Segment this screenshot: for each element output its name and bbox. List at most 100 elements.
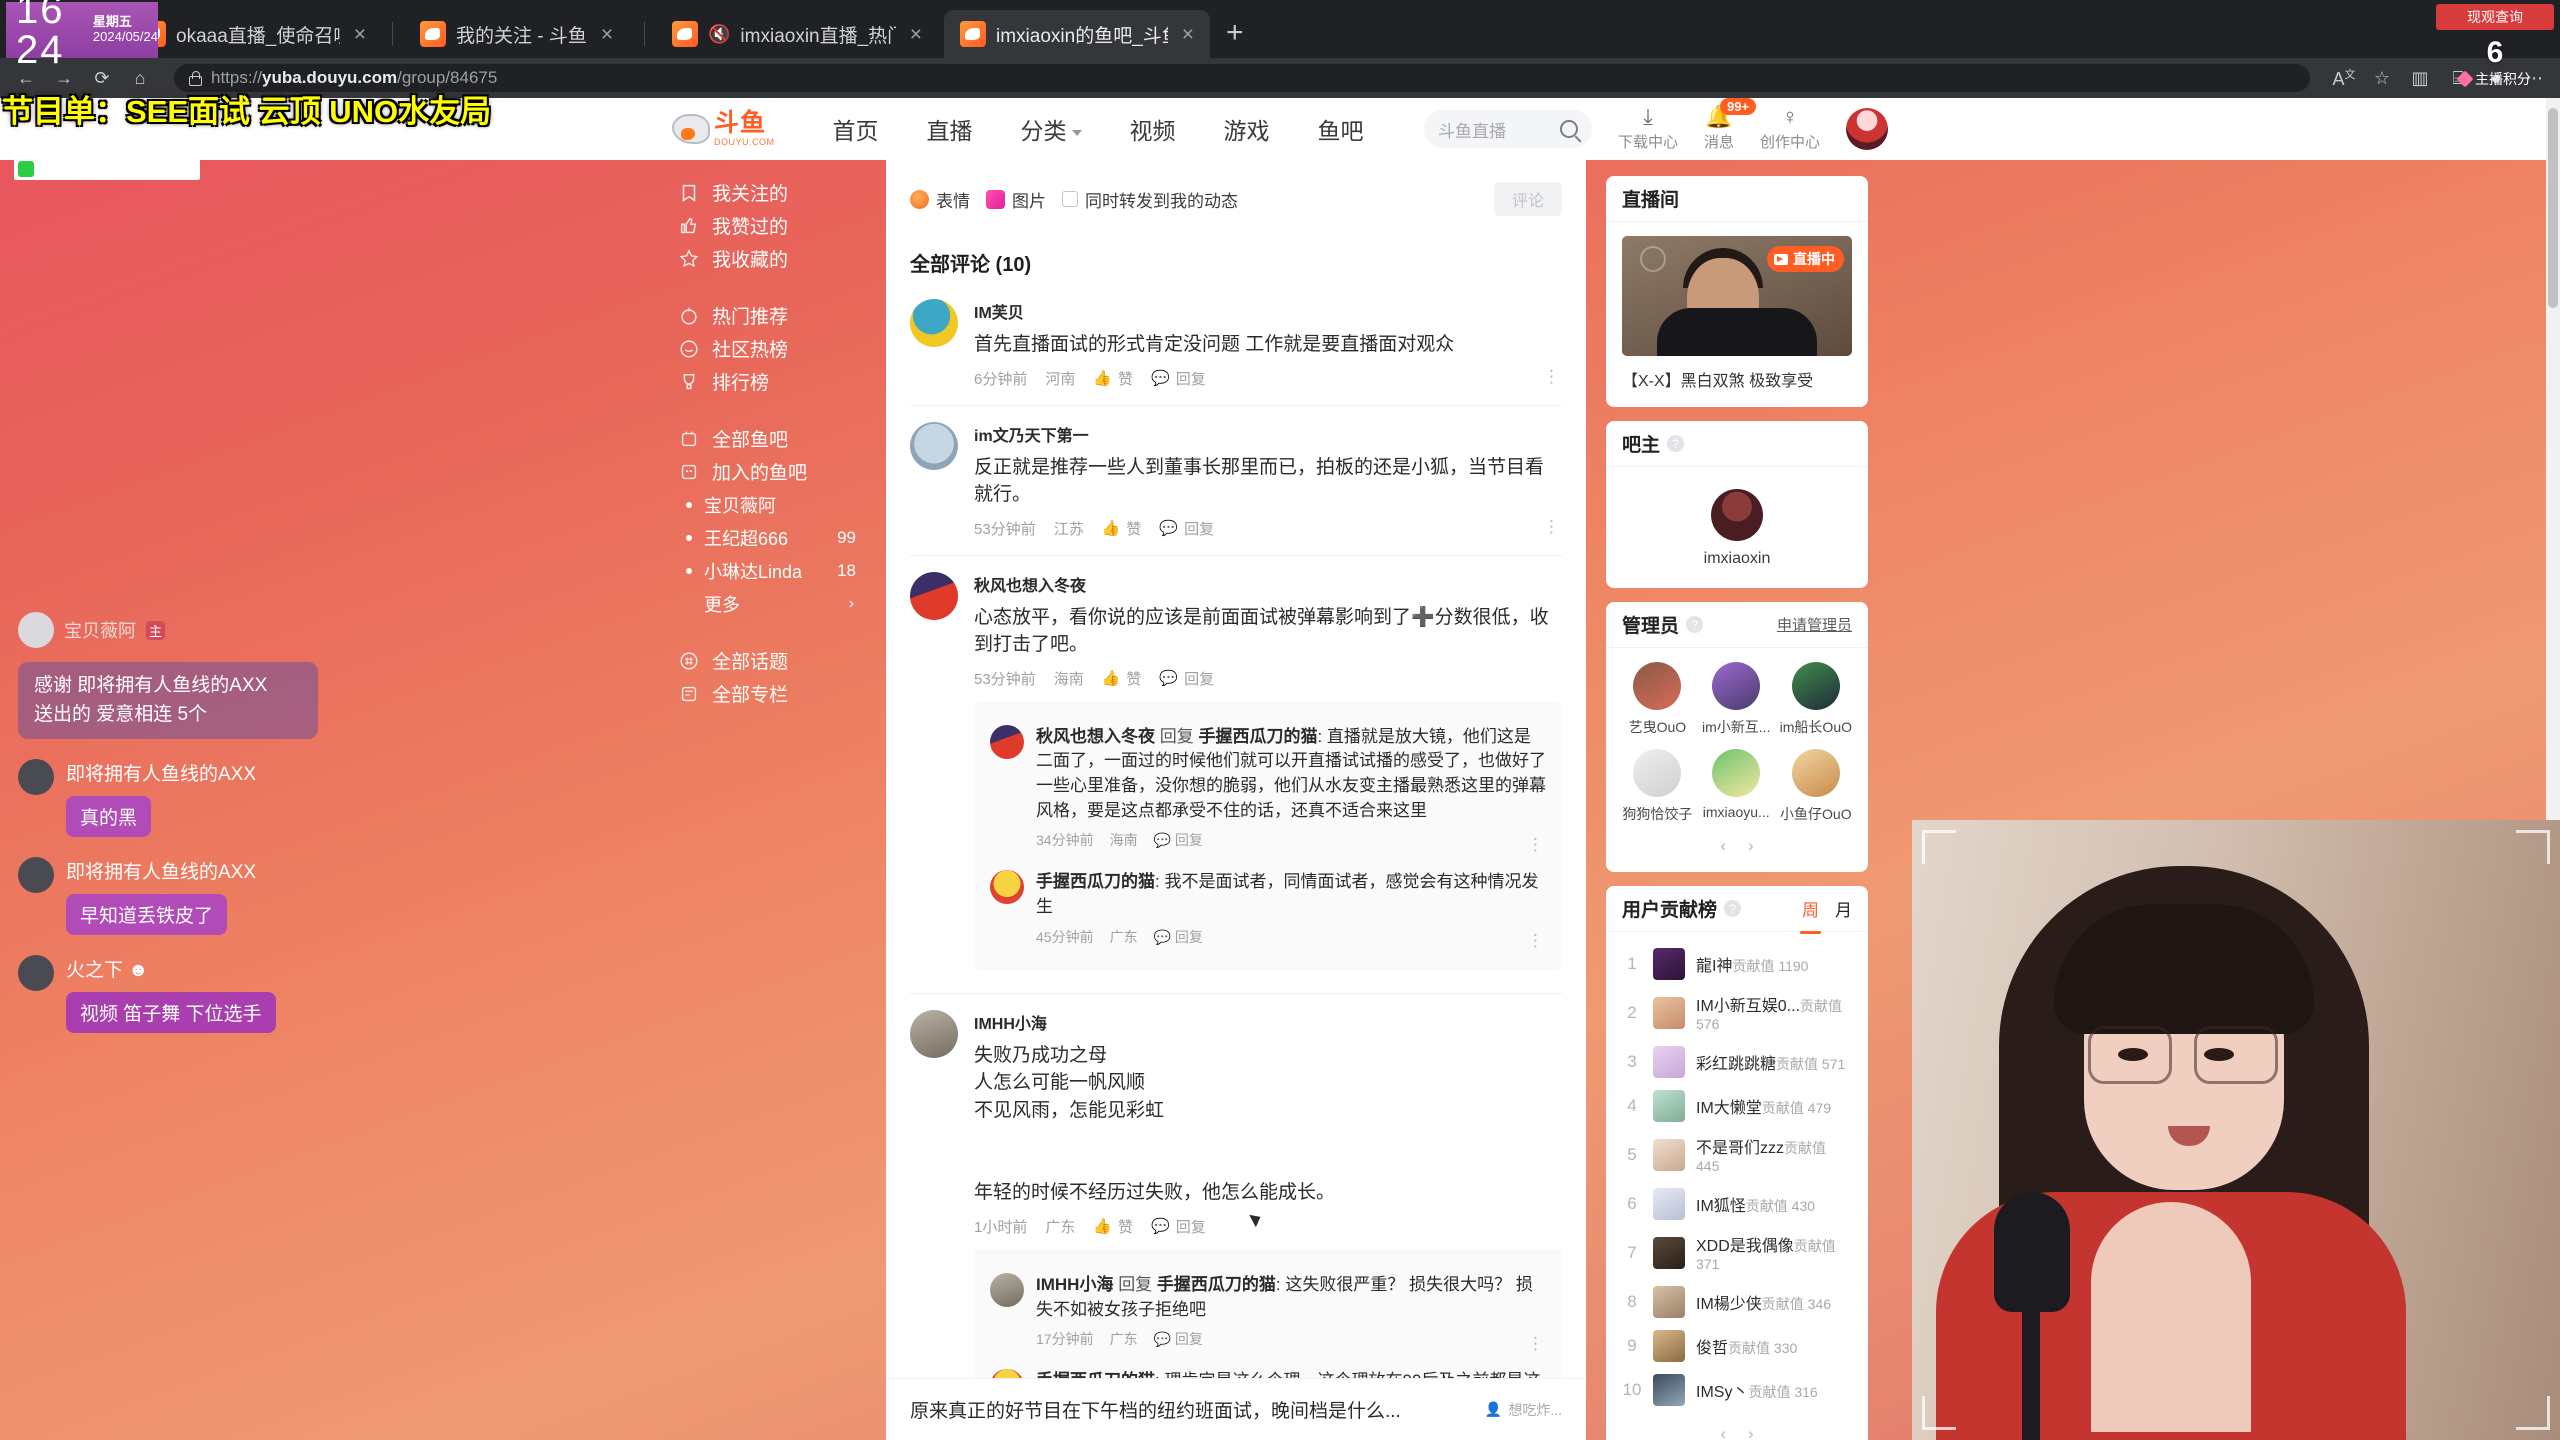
rank-row[interactable]: 8 IM楊少侠贡献值 346	[1622, 1280, 1852, 1324]
address-bar[interactable]: https://yuba.douyu.com/group/84675	[174, 64, 2310, 92]
sidebar-item-ranking[interactable]: 排行榜	[672, 365, 862, 398]
favorite-icon[interactable]: ☆	[2370, 68, 2394, 89]
mute-icon[interactable]: 🔇	[708, 24, 730, 45]
like-button[interactable]: 👍 赞	[1093, 368, 1133, 389]
translate-icon[interactable]: A文	[2332, 66, 2356, 90]
reply-button[interactable]: 💬 回复	[1151, 368, 1206, 389]
browser-tab-4-active[interactable]: imxiaoxin的鱼吧_斗鱼鱼吧 ×	[944, 10, 1210, 58]
rank-row[interactable]: 10 IMSy丶贡献值 316	[1622, 1368, 1852, 1412]
close-icon[interactable]: ×	[1178, 24, 1198, 45]
sidebar-joined-item-2[interactable]: 小琳达Linda 18	[672, 554, 862, 587]
like-button[interactable]: 👍 赞	[1102, 668, 1142, 689]
browser-tab-2[interactable]: 我的关注 - 斗鱼 ×	[404, 10, 634, 58]
close-icon[interactable]: ×	[597, 24, 617, 45]
reply-button[interactable]: 💬 回复	[1154, 830, 1203, 850]
messages-button[interactable]: 🔔 99+ 消息	[1704, 98, 1757, 152]
like-button[interactable]: 👍 赞	[1102, 518, 1142, 539]
live-room-name[interactable]: 【X-X】黑白双煞 极致享受	[1622, 367, 1852, 391]
comment-author[interactable]: IMHH小海	[974, 1010, 1562, 1034]
sidebar-item-liked[interactable]: 我赞过的	[672, 209, 862, 242]
more-options-icon[interactable]: ⋮	[1543, 518, 1560, 535]
next-page-icon[interactable]: ›	[1748, 1424, 1754, 1440]
nav-item-home[interactable]: 首页	[833, 112, 879, 146]
emoji-button[interactable]: 表情	[910, 187, 970, 212]
new-tab-button[interactable]: +	[1226, 18, 1244, 48]
more-options-icon[interactable]: ⋮	[1543, 368, 1560, 385]
admin-item[interactable]: 艺曳OuO	[1622, 662, 1693, 737]
rank-row[interactable]: 2 IM小新互娱0...贡献值 576	[1622, 986, 1852, 1040]
rank-row[interactable]: 1 龍I神贡献值 1190	[1622, 942, 1852, 986]
help-icon[interactable]: ?	[1686, 616, 1704, 633]
comment-author[interactable]: im文乃天下第一	[974, 422, 1562, 446]
prev-page-icon[interactable]: ‹	[1720, 836, 1726, 856]
reply-button[interactable]: 💬 回复	[1151, 1216, 1206, 1237]
sidebar-item-joined-bars[interactable]: 加入的鱼吧	[672, 455, 862, 488]
nav-item-category[interactable]: 分类	[1021, 112, 1082, 146]
split-screen-icon[interactable]: ▥	[2408, 68, 2432, 89]
check-status-button[interactable]: 现观查询	[2436, 4, 2554, 30]
nav-item-games[interactable]: 游戏	[1224, 112, 1270, 146]
avatar[interactable]	[1711, 489, 1763, 541]
apply-admin-link[interactable]: 申请管理员	[1777, 614, 1852, 635]
rank-row[interactable]: 4 IM大懒堂贡献值 479	[1622, 1084, 1852, 1128]
rank-row[interactable]: 6 IM狐怪贡献值 430	[1622, 1182, 1852, 1226]
help-icon[interactable]: ?	[1724, 900, 1742, 917]
avatar[interactable]	[910, 421, 958, 470]
douyu-logo[interactable]: 斗鱼 DOUYU.COM	[672, 111, 775, 147]
more-options-icon[interactable]: ⋮	[1527, 1335, 1544, 1352]
search-input[interactable]: 斗鱼直播	[1423, 110, 1592, 148]
admin-item[interactable]: im船长OuO	[1780, 662, 1852, 737]
avatar[interactable]	[990, 1272, 1024, 1307]
help-icon[interactable]: ?	[1667, 435, 1685, 452]
image-button[interactable]: 图片	[986, 187, 1046, 212]
comment-author[interactable]: 秋风也想入冬夜	[974, 572, 1562, 596]
submit-comment-button[interactable]: 评论	[1494, 182, 1562, 216]
search-icon[interactable]	[1559, 120, 1578, 138]
more-options-icon[interactable]: ⋮	[1527, 932, 1544, 949]
sidebar-joined-item-1[interactable]: 王纪超666 99	[672, 521, 862, 554]
next-page-icon[interactable]: ›	[1748, 836, 1754, 856]
sidebar-item-hot[interactable]: 热门推荐	[672, 299, 862, 332]
sidebar-item-all-bars[interactable]: 全部鱼吧	[672, 422, 862, 455]
sidebar-item-community-hot[interactable]: 社区热榜	[672, 332, 862, 365]
like-button[interactable]: 👍 赞	[1093, 1216, 1133, 1237]
tab-month[interactable]: 月	[1835, 896, 1852, 921]
avatar[interactable]	[990, 870, 1024, 905]
forward-checkbox[interactable]: 同时转发到我的动态	[1062, 187, 1238, 212]
sidebar-joined-item-0[interactable]: 宝贝薇阿	[672, 488, 862, 521]
rank-row[interactable]: 3 彩红跳跳糖贡献值 571	[1622, 1040, 1852, 1084]
prev-page-icon[interactable]: ‹	[1720, 1424, 1726, 1440]
sidebar-more-button[interactable]: 更多 ›	[672, 587, 862, 620]
reply-button[interactable]: 💬 回复	[1154, 1329, 1203, 1349]
avatar[interactable]	[910, 1009, 958, 1058]
admin-item[interactable]: im小新互...	[1701, 662, 1772, 737]
next-post-preview[interactable]: 原来真正的好节目在下午档的纽约班面试，晚间档是什么... 👤 想吃炸...	[886, 1378, 1586, 1440]
more-options-icon[interactable]: ⋮	[1527, 836, 1544, 853]
browser-tab-3[interactable]: 🔇 imxiaoxin直播_热门游戏直播 ×	[656, 10, 938, 58]
close-icon[interactable]: ×	[350, 24, 370, 45]
tab-week[interactable]: 周	[1800, 896, 1821, 934]
avatar[interactable]	[910, 299, 958, 347]
sidebar-item-all-columns[interactable]: 全部专栏	[672, 677, 862, 710]
creator-center-button[interactable]: ♀ 创作中心	[1760, 106, 1820, 152]
avatar[interactable]	[910, 571, 958, 620]
comment-author[interactable]: IM芙贝	[974, 299, 1562, 323]
browser-tab-1[interactable]: okaaa直播_使命召唤直播 ×	[124, 10, 382, 58]
sidebar-item-followed[interactable]: 我关注的	[672, 176, 862, 209]
nav-item-live[interactable]: 直播	[927, 112, 973, 146]
scrollbar-thumb[interactable]	[2548, 108, 2558, 308]
admin-item[interactable]: 狗狗恰饺子	[1622, 749, 1693, 824]
avatar[interactable]	[990, 724, 1024, 759]
admin-item[interactable]: 小鱼仔OuO	[1780, 749, 1852, 824]
nav-item-yuba[interactable]: 鱼吧	[1318, 112, 1364, 146]
sidebar-item-all-topics[interactable]: 全部话题	[672, 644, 862, 677]
reply-button[interactable]: 💬 回复	[1154, 927, 1203, 947]
nav-item-video[interactable]: 视频	[1130, 112, 1176, 146]
rank-row[interactable]: 7 XDD是我偶像贡献值 371	[1622, 1226, 1852, 1280]
reply-button[interactable]: 💬 回复	[1159, 668, 1214, 689]
user-avatar[interactable]	[1846, 108, 1888, 150]
admin-item[interactable]: imxiaoyu...	[1701, 749, 1772, 824]
reply-button[interactable]: 💬 回复	[1159, 518, 1214, 539]
rank-row[interactable]: 5 不是哥们zzz贡献值 445	[1622, 1128, 1852, 1182]
sidebar-item-favorites[interactable]: 我收藏的	[672, 242, 862, 275]
